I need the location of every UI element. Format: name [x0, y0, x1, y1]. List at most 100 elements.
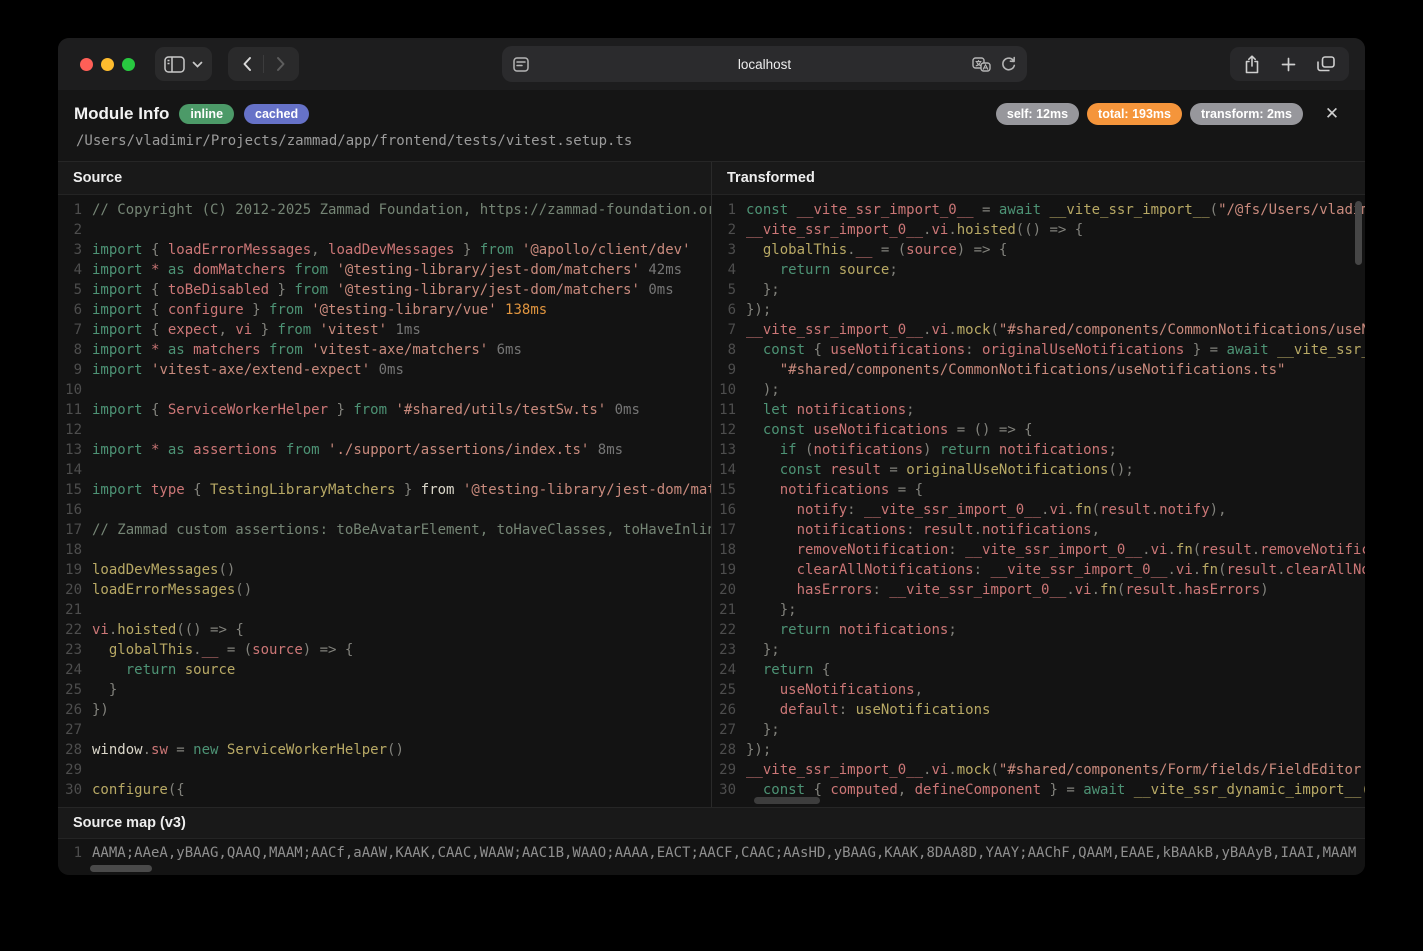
line-number: 10 [58, 380, 92, 400]
code-line: 8 const { useNotifications: originalUseN… [712, 340, 1365, 360]
code-line: 10 ); [712, 380, 1365, 400]
line-number: 30 [712, 780, 746, 800]
sourcemap-section: Source map (v3) 1AAMA;AAeA,yBAAG,QAAQ,MA… [58, 808, 1365, 875]
timing-badges: self: 12mstotal: 193mstransform: 2ms [996, 103, 1303, 125]
line-number: 15 [58, 480, 92, 500]
line-number: 8 [712, 340, 746, 360]
line-number: 23 [58, 640, 92, 660]
code-line: 25 useNotifications, [712, 680, 1365, 700]
code-line: 23 globalThis.__ = (source) => { [58, 640, 711, 660]
code-line: 24 return { [712, 660, 1365, 680]
line-number: 3 [58, 240, 92, 260]
line-number: 26 [58, 700, 92, 720]
tab-overview-icon[interactable] [1317, 56, 1335, 72]
code-line: 20 hasErrors: __vite_ssr_import_0__.vi.f… [712, 580, 1365, 600]
sourcemap-title: Source map (v3) [58, 808, 1365, 839]
code-line: 17// Zammad custom assertions: toBeAvata… [58, 520, 711, 540]
browser-chrome: localhost [58, 38, 1365, 90]
code-line: 16 notify: __vite_ssr_import_0__.vi.fn(r… [712, 500, 1365, 520]
code-line: 3 globalThis.__ = (source) => { [712, 240, 1365, 260]
line-number: 4 [712, 260, 746, 280]
code-line: 21 [58, 600, 711, 620]
code-panels: Source 1// Copyright (C) 2012-2025 Zamma… [58, 162, 1365, 808]
code-line: 18 [58, 540, 711, 560]
vertical-scrollbar[interactable] [1355, 201, 1362, 265]
transformed-code: 1const __vite_ssr_import_0__ = await __v… [712, 195, 1365, 807]
zoom-window-button[interactable] [122, 58, 135, 71]
code-line: 25 } [58, 680, 711, 700]
code-line: 5 }; [712, 280, 1365, 300]
code-line: 20loadErrorMessages() [58, 580, 711, 600]
sidebar-icon[interactable] [164, 56, 185, 73]
code-line: 11 let notifications; [712, 400, 1365, 420]
code-line: 18 removeNotification: __vite_ssr_import… [712, 540, 1365, 560]
timing-badge-1: total: 193ms [1087, 103, 1182, 125]
line-number: 23 [712, 640, 746, 660]
code-line: 29 [58, 760, 711, 780]
code-line: 8import * as matchers from 'vitest-axe/m… [58, 340, 711, 360]
line-number: 20 [58, 580, 92, 600]
browser-window: localhost [58, 38, 1365, 875]
source-code: 1// Copyright (C) 2012-2025 Zammad Found… [58, 195, 711, 807]
module-path: /Users/vladimir/Projects/zammad/app/fron… [74, 125, 1347, 161]
line-number: 1 [712, 200, 746, 220]
line-number: 21 [58, 600, 92, 620]
module-badges: inlinecached [169, 104, 309, 124]
code-line: 4 return source; [712, 260, 1365, 280]
line-number: 12 [58, 420, 92, 440]
code-line: 29__vite_ssr_import_0__.vi.mock("#shared… [712, 760, 1365, 780]
sidebar-toggle-group [155, 47, 212, 81]
line-number: 3 [712, 240, 746, 260]
code-line: 23 }; [712, 640, 1365, 660]
line-number: 10 [712, 380, 746, 400]
sourcemap-horizontal-scrollbar[interactable] [90, 865, 152, 872]
code-line: 16 [58, 500, 711, 520]
reload-icon[interactable] [1001, 56, 1016, 72]
code-line: 14 const result = originalUseNotificatio… [712, 460, 1365, 480]
code-line: 15 notifications = { [712, 480, 1365, 500]
code-line: 5import { toBeDisabled } from '@testing-… [58, 280, 711, 300]
code-line: 30configure({ [58, 780, 711, 800]
line-number: 8 [58, 340, 92, 360]
line-number: 15 [712, 480, 746, 500]
close-icon[interactable]: ✕ [1321, 103, 1343, 125]
code-line: 26 default: useNotifications [712, 700, 1365, 720]
line-number: 1 [58, 843, 92, 863]
code-line: 6import { configure } from '@testing-lib… [58, 300, 711, 320]
line-number: 22 [58, 620, 92, 640]
chevron-down-icon[interactable] [192, 61, 203, 68]
new-tab-icon[interactable] [1281, 57, 1296, 72]
line-number: 29 [58, 760, 92, 780]
close-window-button[interactable] [80, 58, 93, 71]
line-number: 19 [58, 560, 92, 580]
line-number: 30 [58, 780, 92, 800]
module-info-title-row: Module Info inlinecached self: 12mstotal… [74, 103, 1347, 125]
line-number: 24 [712, 660, 746, 680]
back-icon[interactable] [230, 49, 263, 79]
toolbar-right [1230, 47, 1349, 81]
share-icon[interactable] [1244, 55, 1260, 74]
timing-badge-2: transform: 2ms [1190, 103, 1303, 125]
line-number: 1 [58, 200, 92, 220]
minimize-window-button[interactable] [101, 58, 114, 71]
code-line: 17 notifications: result.notifications, [712, 520, 1365, 540]
code-line: 10 [58, 380, 711, 400]
line-number: 6 [58, 300, 92, 320]
code-line: 27 }; [712, 720, 1365, 740]
horizontal-scrollbar[interactable] [754, 797, 820, 804]
line-number: 11 [712, 400, 746, 420]
address-bar[interactable]: localhost [502, 46, 1027, 82]
url-text: localhost [502, 57, 1027, 72]
code-line: 1AAMA;AAeA,yBAAG,QAAQ,MAAM;AACf,aAAW,KAA… [58, 843, 1365, 863]
line-number: 28 [712, 740, 746, 760]
code-line: 12 const useNotifications = () => { [712, 420, 1365, 440]
translate-icon[interactable] [972, 57, 991, 72]
code-line: 6}); [712, 300, 1365, 320]
code-line: 1// Copyright (C) 2012-2025 Zammad Found… [58, 200, 711, 220]
code-line: 2__vite_ssr_import_0__.vi.hoisted(() => … [712, 220, 1365, 240]
forward-icon[interactable] [264, 49, 297, 79]
code-line: 4import * as domMatchers from '@testing-… [58, 260, 711, 280]
line-number: 25 [58, 680, 92, 700]
code-line: 7import { expect, vi } from 'vitest' 1ms [58, 320, 711, 340]
line-number: 22 [712, 620, 746, 640]
